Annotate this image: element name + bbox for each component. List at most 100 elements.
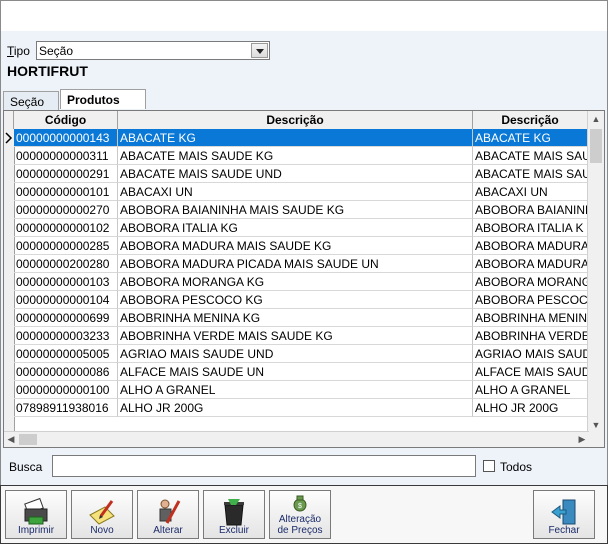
cell-codigo[interactable]: 00000000003233 <box>14 327 118 345</box>
alteracao-label-line2: de Preços <box>277 525 323 536</box>
table-row[interactable]: 00000000003233 ABOBRINHA VERDE MAIS SAUDE… <box>14 327 588 345</box>
table-row[interactable]: 07898911938016 ALHO JR 200G ALHO JR 200G <box>14 399 588 417</box>
tipo-combobox[interactable]: Seção <box>36 41 270 60</box>
table-row[interactable]: 00000000000104 ABOBORA PESCOCO KG ABOBORA … <box>14 291 588 309</box>
cell-descricao[interactable]: ABOBORA MORANGA KG <box>118 273 473 291</box>
cell-descricao[interactable]: ABOBRINHA MENINA KG <box>118 309 473 327</box>
cell-descricao[interactable]: ABACATE MAIS SAUDE UND <box>118 165 473 183</box>
cell-codigo[interactable]: 00000000000311 <box>14 147 118 165</box>
excluir-button[interactable]: Excluir <box>203 490 265 539</box>
tab-secao[interactable]: Seção <box>3 91 59 110</box>
cell-descricao[interactable]: ABOBORA MADURA PICADA MAIS SAUDE UN <box>118 255 473 273</box>
cell-codigo[interactable]: 00000000005005 <box>14 345 118 363</box>
column-header-descricao[interactable]: Descrição <box>118 111 473 129</box>
table-row[interactable]: 00000000000101 ABACAXI UN ABACAXI UN <box>14 183 588 201</box>
vertical-scrollbar[interactable]: ▲ ▼ <box>587 111 604 433</box>
cell-descricao-2[interactable]: ABACAXI UN <box>473 183 588 201</box>
cell-codigo[interactable]: 00000000000100 <box>14 381 118 399</box>
products-grid[interactable]: Código Descrição Descrição 0000000000014… <box>3 110 605 448</box>
horizontal-scroll-thumb[interactable] <box>19 434 37 445</box>
cell-descricao[interactable]: ABACATE MAIS SAUDE KG <box>118 147 473 165</box>
cell-descricao[interactable]: ABACATE KG <box>118 129 473 147</box>
cell-codigo[interactable]: 00000000000086 <box>14 363 118 381</box>
table-row[interactable]: 00000000000086 ALFACE MAIS SAUDE UN ALFACE… <box>14 363 588 381</box>
cell-codigo[interactable]: 00000000000101 <box>14 183 118 201</box>
imprimir-button[interactable]: Imprimir <box>5 490 67 539</box>
busca-input[interactable] <box>52 455 476 477</box>
cell-codigo[interactable]: 00000000000291 <box>14 165 118 183</box>
cell-codigo[interactable]: 07898911938016 <box>14 399 118 417</box>
fechar-label: Fechar <box>548 525 580 536</box>
cell-codigo[interactable]: 00000000000104 <box>14 291 118 309</box>
cell-descricao[interactable]: ABOBORA PESCOCO KG <box>118 291 473 309</box>
section-title: HORTIFRUT <box>7 63 88 79</box>
cell-descricao[interactable]: ABOBORA ITALIA KG <box>118 219 473 237</box>
cell-descricao-2[interactable]: ABOBORA ITALIA K <box>473 219 588 237</box>
cell-descricao[interactable]: AGRIAO MAIS SAUDE UND <box>118 345 473 363</box>
alteracao-label-line1: Alteração <box>278 514 322 525</box>
alteracao-precos-button[interactable]: $ Alteração de Preços <box>269 490 331 539</box>
trash-icon <box>224 499 244 526</box>
todos-checkbox[interactable] <box>483 460 495 472</box>
cell-descricao[interactable]: ABOBRINHA VERDE MAIS SAUDE KG <box>118 327 473 345</box>
svg-text:$: $ <box>298 503 302 510</box>
tab-produtos[interactable]: Produtos <box>60 89 146 109</box>
cell-descricao-2[interactable]: ABOBORA BAIANINH <box>473 201 588 219</box>
cell-codigo[interactable]: 00000000000699 <box>14 309 118 327</box>
cell-descricao[interactable]: ABOBORA MADURA MAIS SAUDE KG <box>118 237 473 255</box>
cell-descricao-2[interactable]: ABOBORA PESCOCO <box>473 291 588 309</box>
fechar-button[interactable]: Fechar <box>533 490 595 539</box>
column-header-descricao-2[interactable]: Descrição <box>473 111 588 129</box>
horizontal-scrollbar[interactable]: ◀ ▶ <box>4 431 589 447</box>
scroll-up-icon[interactable]: ▲ <box>588 111 604 127</box>
alterar-button[interactable]: Alterar <box>137 490 199 539</box>
scroll-right-icon[interactable]: ▶ <box>575 432 589 447</box>
cell-codigo[interactable]: 00000000200280 <box>14 255 118 273</box>
cell-descricao[interactable]: ABOBORA BAIANINHA MAIS SAUDE KG <box>118 201 473 219</box>
scroll-left-icon[interactable]: ◀ <box>4 432 18 447</box>
table-row[interactable]: 00000000005005 AGRIAO MAIS SAUDE UND AGRIA… <box>14 345 588 363</box>
edit-person-icon <box>159 499 181 524</box>
column-header-codigo[interactable]: Código <box>14 111 118 129</box>
cell-descricao-2[interactable]: ABACATE KG <box>473 129 588 147</box>
cell-descricao[interactable]: ALHO A GRANEL <box>118 381 473 399</box>
cell-codigo[interactable]: 00000000000270 <box>14 201 118 219</box>
cell-descricao-2[interactable]: ABOBORA MORANGA <box>473 273 588 291</box>
cell-descricao-2[interactable]: ABOBORA MADURA I <box>473 255 588 273</box>
table-row[interactable]: 00000000000699 ABOBRINHA MENINA KG ABOBRIN… <box>14 309 588 327</box>
novo-button[interactable]: Novo <box>71 490 133 539</box>
chevron-down-icon[interactable] <box>251 43 268 58</box>
table-row[interactable]: 00000000200280 ABOBORA MADURA PICADA MAIS… <box>14 255 588 273</box>
cell-descricao-2[interactable]: ABACATE MAIS SAU <box>473 147 588 165</box>
cell-descricao-2[interactable]: AGRIAO MAIS SAUDI <box>473 345 588 363</box>
cell-codigo[interactable]: 00000000000143 <box>14 129 118 147</box>
cell-descricao-2[interactable]: ALHO A GRANEL <box>473 381 588 399</box>
cell-descricao-2[interactable]: ABOBRINHA VERDE I <box>473 327 588 345</box>
cell-descricao-2[interactable]: ABOBRINHA MENINA <box>473 309 588 327</box>
excluir-label: Excluir <box>218 525 249 536</box>
vertical-scroll-thumb[interactable] <box>590 129 602 163</box>
cell-descricao-2[interactable]: ALHO JR 200G <box>473 399 588 417</box>
cell-descricao[interactable]: ABACAXI UN <box>118 183 473 201</box>
novo-label: Novo <box>90 525 114 536</box>
table-row[interactable]: 00000000000270 ABOBORA BAIANINHA MAIS SAU… <box>14 201 588 219</box>
table-row[interactable]: 00000000000285 ABOBORA MADURA MAIS SAUDE … <box>14 237 588 255</box>
scrollbar-corner <box>588 432 604 447</box>
cell-descricao[interactable]: ALFACE MAIS SAUDE UN <box>118 363 473 381</box>
cell-codigo[interactable]: 00000000000102 <box>14 219 118 237</box>
bottom-toolbar: Imprimir Novo Alterar Excluir $ Alteraçã… <box>0 485 608 544</box>
new-document-icon <box>89 500 115 525</box>
table-row[interactable]: 00000000000103 ABOBORA MORANGA KG ABOBORA … <box>14 273 588 291</box>
table-row[interactable]: 00000000000143 ABACATE KG ABACATE KG <box>14 129 588 147</box>
table-row[interactable]: 00000000000100 ALHO A GRANEL ALHO A GRANEL <box>14 381 588 399</box>
table-row[interactable]: 00000000000311 ABACATE MAIS SAUDE KG ABACA… <box>14 147 588 165</box>
cell-codigo[interactable]: 00000000000103 <box>14 273 118 291</box>
cell-descricao-2[interactable]: ABOBORA MADURA I <box>473 237 588 255</box>
table-row[interactable]: 00000000000102 ABOBORA ITALIA KG ABOBORA I… <box>14 219 588 237</box>
cell-codigo[interactable]: 00000000000285 <box>14 237 118 255</box>
cell-descricao-2[interactable]: ALFACE MAIS SAUD <box>473 363 588 381</box>
scroll-down-icon[interactable]: ▼ <box>588 417 604 433</box>
cell-descricao-2[interactable]: ABACATE MAIS SAU <box>473 165 588 183</box>
table-row[interactable]: 00000000000291 ABACATE MAIS SAUDE UND ABAC… <box>14 165 588 183</box>
cell-descricao[interactable]: ALHO JR 200G <box>118 399 473 417</box>
